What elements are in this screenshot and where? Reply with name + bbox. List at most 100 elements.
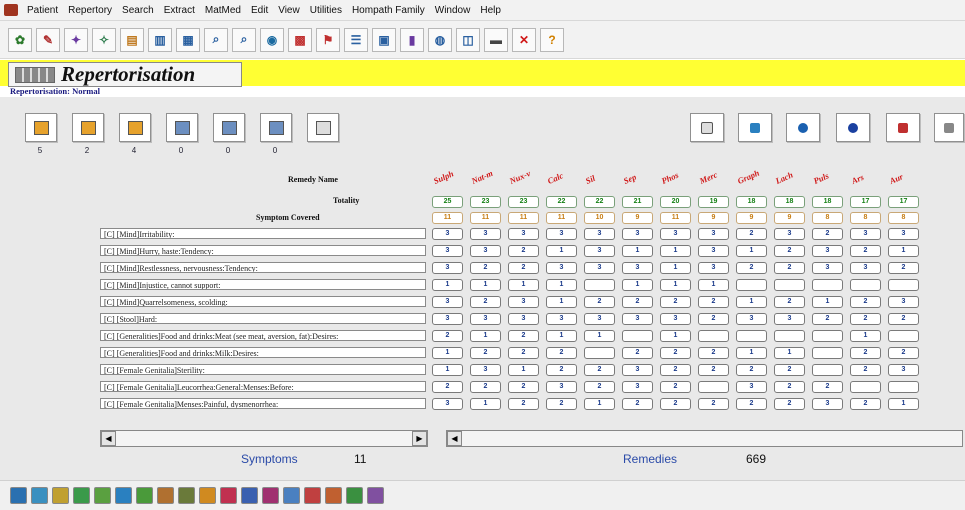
chart-icon[interactable] <box>262 487 279 504</box>
score-cell[interactable] <box>850 381 881 393</box>
score-cell[interactable]: 2 <box>660 296 691 308</box>
menu-item-help[interactable]: Help <box>475 5 506 16</box>
score-cell[interactable]: 1 <box>736 347 767 359</box>
score-cell[interactable]: 1 <box>850 330 881 342</box>
scroll-left-arrow-icon[interactable]: ◀ <box>101 431 116 446</box>
score-cell[interactable]: 2 <box>508 262 539 274</box>
menu-item-view[interactable]: View <box>273 5 305 16</box>
score-cell[interactable]: 2 <box>470 347 501 359</box>
score-cell[interactable]: 2 <box>546 347 577 359</box>
score-cell[interactable]: 3 <box>470 228 501 240</box>
score-cell[interactable] <box>698 381 729 393</box>
export-button[interactable] <box>886 113 920 142</box>
stats-icon[interactable] <box>220 487 237 504</box>
score-cell[interactable] <box>888 330 919 342</box>
history-icon[interactable] <box>115 487 132 504</box>
remedy-scrollbar[interactable]: ◀ <box>446 430 963 447</box>
score-cell[interactable]: 3 <box>660 228 691 240</box>
score-cell[interactable]: 2 <box>508 347 539 359</box>
score-cell[interactable]: 2 <box>698 313 729 325</box>
score-cell[interactable]: 3 <box>432 262 463 274</box>
menu-item-patient[interactable]: Patient <box>22 5 63 16</box>
score-cell[interactable]: 3 <box>432 313 463 325</box>
score-cell[interactable]: 2 <box>470 381 501 393</box>
score-cell[interactable]: 2 <box>622 347 653 359</box>
score-cell[interactable]: 2 <box>812 313 843 325</box>
score-cell[interactable]: 2 <box>584 381 615 393</box>
score-cell[interactable]: 1 <box>546 330 577 342</box>
word-search-icon[interactable] <box>73 487 90 504</box>
score-cell[interactable] <box>774 330 805 342</box>
score-cell[interactable]: 1 <box>660 262 691 274</box>
score-cell[interactable]: 3 <box>546 381 577 393</box>
score-cell[interactable]: 2 <box>698 398 729 410</box>
score-cell[interactable]: 3 <box>888 364 919 376</box>
score-cell[interactable]: 1 <box>736 296 767 308</box>
tool-button-5[interactable] <box>213 113 245 142</box>
zoom-out-button[interactable] <box>836 113 870 142</box>
tool-button-1[interactable] <box>25 113 57 142</box>
score-cell[interactable]: 1 <box>622 279 653 291</box>
score-cell[interactable]: 2 <box>774 364 805 376</box>
score-cell[interactable]: 2 <box>584 296 615 308</box>
table-icon[interactable]: ▦ <box>176 27 200 52</box>
score-cell[interactable]: 3 <box>622 262 653 274</box>
score-cell[interactable]: 2 <box>660 364 691 376</box>
score-cell[interactable]: 3 <box>584 262 615 274</box>
menu-item-utilities[interactable]: Utilities <box>305 5 347 16</box>
close-icon[interactable]: ✕ <box>512 27 536 52</box>
books-icon[interactable] <box>178 487 195 504</box>
symptom-scrollbar[interactable]: ◀ ▶ <box>100 430 428 447</box>
tool-button-6[interactable] <box>260 113 292 142</box>
score-cell[interactable]: 3 <box>432 245 463 257</box>
score-cell[interactable] <box>812 279 843 291</box>
score-cell[interactable] <box>774 279 805 291</box>
help-icon[interactable]: ? <box>540 27 564 52</box>
score-cell[interactable]: 3 <box>698 245 729 257</box>
materia-medica-icon[interactable] <box>52 487 69 504</box>
score-cell[interactable]: 3 <box>584 245 615 257</box>
menu-item-search[interactable]: Search <box>117 5 159 16</box>
score-cell[interactable]: 2 <box>736 364 767 376</box>
globe-icon[interactable]: ◉ <box>260 27 284 52</box>
more-tools-button[interactable] <box>934 113 964 142</box>
score-cell[interactable]: 3 <box>660 313 691 325</box>
score-cell[interactable]: 2 <box>850 313 881 325</box>
score-cell[interactable]: 3 <box>850 228 881 240</box>
score-cell[interactable]: 3 <box>622 313 653 325</box>
book-icon[interactable]: ▥ <box>148 27 172 52</box>
menu-item-window[interactable]: Window <box>430 5 476 16</box>
score-cell[interactable]: 1 <box>470 279 501 291</box>
score-cell[interactable]: 3 <box>774 228 805 240</box>
score-cell[interactable]: 2 <box>546 398 577 410</box>
menu-item-edit[interactable]: Edit <box>246 5 273 16</box>
score-cell[interactable]: 2 <box>508 245 539 257</box>
score-cell[interactable]: 3 <box>508 313 539 325</box>
score-cell[interactable]: 1 <box>546 296 577 308</box>
score-cell[interactable]: 1 <box>508 364 539 376</box>
flag-icon[interactable]: ⚑ <box>316 27 340 52</box>
compare-icon[interactable] <box>157 487 174 504</box>
score-cell[interactable]: 1 <box>660 279 691 291</box>
score-cell[interactable]: 1 <box>622 245 653 257</box>
compass-icon[interactable]: ◍ <box>428 27 452 52</box>
score-cell[interactable]: 1 <box>888 245 919 257</box>
symptom-row-label[interactable]: [C] [Female Genitalia]Leucorrhea:General… <box>100 381 426 392</box>
info-icon[interactable] <box>199 487 216 504</box>
score-cell[interactable]: 3 <box>584 228 615 240</box>
symptom-row-label[interactable]: [C] [Mind]Restlessness, nervousness:Tend… <box>100 262 426 273</box>
score-cell[interactable]: 2 <box>888 262 919 274</box>
tool-button-2[interactable] <box>72 113 104 142</box>
score-cell[interactable]: 3 <box>736 381 767 393</box>
symptom-row-label[interactable]: [C] [Mind]Hurry, haste:Tendency: <box>100 245 426 256</box>
menu-item-hompath-family[interactable]: Hompath Family <box>347 5 430 16</box>
score-cell[interactable]: 2 <box>774 381 805 393</box>
score-cell[interactable]: 3 <box>622 364 653 376</box>
tree-icon[interactable] <box>136 487 153 504</box>
report-icon[interactable] <box>241 487 258 504</box>
score-cell[interactable]: 3 <box>812 245 843 257</box>
score-cell[interactable]: 3 <box>546 262 577 274</box>
settings-icon[interactable] <box>367 487 384 504</box>
tool-button-4[interactable] <box>166 113 198 142</box>
score-cell[interactable]: 2 <box>850 398 881 410</box>
